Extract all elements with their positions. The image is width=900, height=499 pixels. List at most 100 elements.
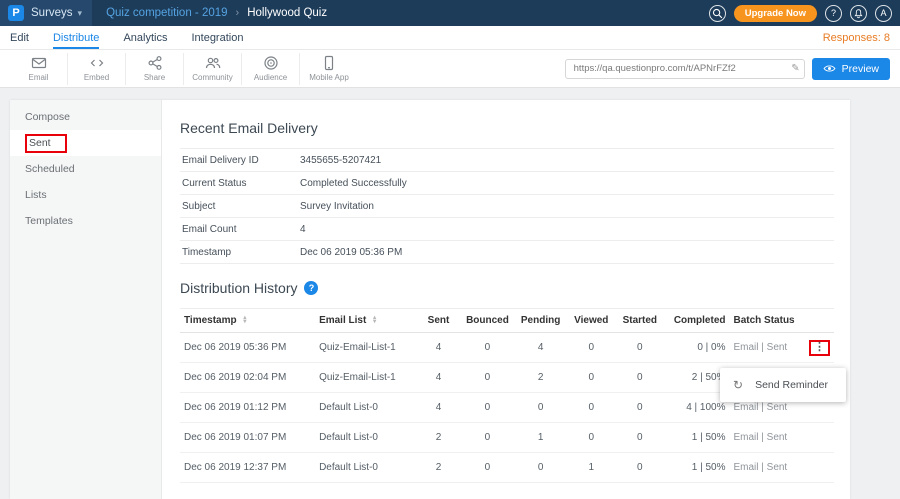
tool-label: Share [144, 73, 165, 82]
preview-button[interactable]: Preview [812, 58, 890, 80]
cell-sent: 2 [416, 453, 460, 483]
sidebar-item-sent[interactable]: Sent [10, 130, 161, 156]
cell-sent: 4 [416, 393, 460, 423]
search-icon [712, 8, 723, 19]
cell-timestamp: Dec 06 2019 12:37 PM [180, 453, 315, 483]
cell-row-menu [803, 423, 834, 453]
content-card: Compose Sent Scheduled Lists Templates R… [10, 100, 850, 499]
distribution-history-title: Distribution History ? [180, 280, 834, 296]
cell-batch-status: Email | Sent [729, 333, 803, 363]
tool-label: Email [28, 73, 48, 82]
notifications-button[interactable] [850, 5, 867, 22]
cell-email-list: Default List-0 [315, 453, 416, 483]
annotation-box: ⋮ [809, 340, 830, 356]
tool-email[interactable]: Email [10, 53, 68, 85]
kv-value: Dec 06 2019 05:36 PM [298, 241, 834, 264]
kv-row: Email Delivery ID 3455655-5207421 [180, 149, 834, 172]
breadcrumb-separator-icon: › [236, 7, 240, 19]
cell-sent: 2 [416, 423, 460, 453]
cell-row-menu [803, 453, 834, 483]
embed-code-icon [89, 55, 105, 71]
col-completed: Completed [664, 309, 729, 333]
brand-area: P Surveys ▾ [0, 0, 92, 26]
send-reminder-icon: ↻ [733, 378, 743, 392]
upgrade-now-button[interactable]: Upgrade Now [734, 5, 817, 22]
breadcrumb-parent-link[interactable]: Quiz competition - 2019 [106, 7, 227, 19]
help-button[interactable]: ? [825, 5, 842, 22]
sent-main-panel: Recent Email Delivery Email Delivery ID … [162, 100, 850, 499]
email-icon [31, 55, 47, 71]
col-email-list[interactable]: Email List ▴▾ [315, 309, 416, 333]
question-icon: ? [831, 8, 836, 18]
audience-target-icon [263, 55, 279, 71]
tab-edit[interactable]: Edit [10, 26, 29, 49]
cell-started: 0 [616, 363, 665, 393]
col-viewed: Viewed [567, 309, 616, 333]
community-icon [205, 55, 221, 71]
cell-completed: 1 | 50% [664, 423, 729, 453]
sidebar-item-templates[interactable]: Templates [10, 208, 161, 234]
col-label: Timestamp [184, 315, 237, 326]
cell-pending: 4 [514, 333, 567, 363]
questionpro-logo[interactable]: P [8, 5, 24, 21]
tool-community[interactable]: Community [184, 53, 242, 85]
cell-viewed: 0 [567, 423, 616, 453]
col-sent: Sent [416, 309, 460, 333]
edit-url-pencil-icon[interactable]: ✎ [791, 63, 799, 74]
chevron-down-icon: ▾ [78, 8, 83, 19]
tool-audience[interactable]: Audience [242, 53, 300, 85]
tab-integration[interactable]: Integration [191, 26, 243, 49]
cell-email-list: Default List-0 [315, 393, 416, 423]
cell-email-list: Default List-0 [315, 423, 416, 453]
cell-viewed: 1 [567, 453, 616, 483]
cell-sent: 4 [416, 363, 460, 393]
history-row[interactable]: Dec 06 2019 12:37 PM Default List-0 2 0 … [180, 453, 834, 483]
breadcrumb: Quiz competition - 2019 › Hollywood Quiz [106, 7, 327, 19]
col-label: Email List [319, 315, 366, 326]
surveys-menu[interactable]: Surveys ▾ [31, 7, 82, 19]
kv-value: 4 [298, 218, 834, 241]
breadcrumb-current: Hollywood Quiz [247, 7, 327, 19]
cell-email-list: Quiz-Email-List-1 [315, 333, 416, 363]
col-timestamp[interactable]: Timestamp ▴▾ [180, 309, 315, 333]
surveys-menu-label: Surveys [31, 7, 73, 19]
kv-label: Email Delivery ID [180, 149, 298, 172]
sidebar-item-scheduled[interactable]: Scheduled [10, 156, 161, 182]
avatar[interactable]: A [875, 5, 892, 22]
kv-label: Subject [180, 195, 298, 218]
tool-embed[interactable]: Embed [68, 53, 126, 85]
tab-analytics[interactable]: Analytics [123, 26, 167, 49]
cell-pending: 2 [514, 363, 567, 393]
row-menu-kebab-icon[interactable]: ⋮ [814, 341, 825, 353]
survey-url-box: ✎ [565, 59, 805, 79]
send-reminder-menu-item[interactable]: Send Reminder [755, 379, 828, 391]
cell-pending: 0 [514, 453, 567, 483]
kv-row: Subject Survey Invitation [180, 195, 834, 218]
cell-batch-status: Email | Sent [729, 423, 803, 453]
cell-timestamp: Dec 06 2019 05:36 PM [180, 333, 315, 363]
sidebar-item-lists[interactable]: Lists [10, 182, 161, 208]
cell-viewed: 0 [567, 333, 616, 363]
survey-url-input[interactable] [565, 59, 805, 79]
sort-icon: ▴▾ [243, 316, 246, 324]
cell-started: 0 [616, 393, 665, 423]
responses-count[interactable]: Responses: 8 [823, 26, 890, 49]
help-icon[interactable]: ? [304, 281, 318, 295]
kv-value: Completed Successfully [298, 172, 834, 195]
history-row[interactable]: Dec 06 2019 05:36 PM Quiz-Email-List-1 4… [180, 333, 834, 363]
cell-bounced: 0 [461, 393, 515, 423]
cell-batch-status: Email | Sent [729, 453, 803, 483]
tool-share[interactable]: Share [126, 53, 184, 85]
preview-label: Preview [842, 63, 879, 75]
tool-label: Audience [254, 73, 287, 82]
sidebar-item-compose[interactable]: Compose [10, 104, 161, 130]
tab-distribute[interactable]: Distribute [53, 26, 99, 49]
search-button[interactable] [709, 5, 726, 22]
mobile-phone-icon [321, 55, 337, 71]
bell-icon [853, 8, 864, 19]
history-row[interactable]: Dec 06 2019 01:07 PM Default List-0 2 0 … [180, 423, 834, 453]
col-batch-status: Batch Status [729, 309, 803, 333]
cell-viewed: 0 [567, 363, 616, 393]
cell-completed: 0 | 0% [664, 333, 729, 363]
tool-mobile-app[interactable]: Mobile App [300, 53, 358, 85]
